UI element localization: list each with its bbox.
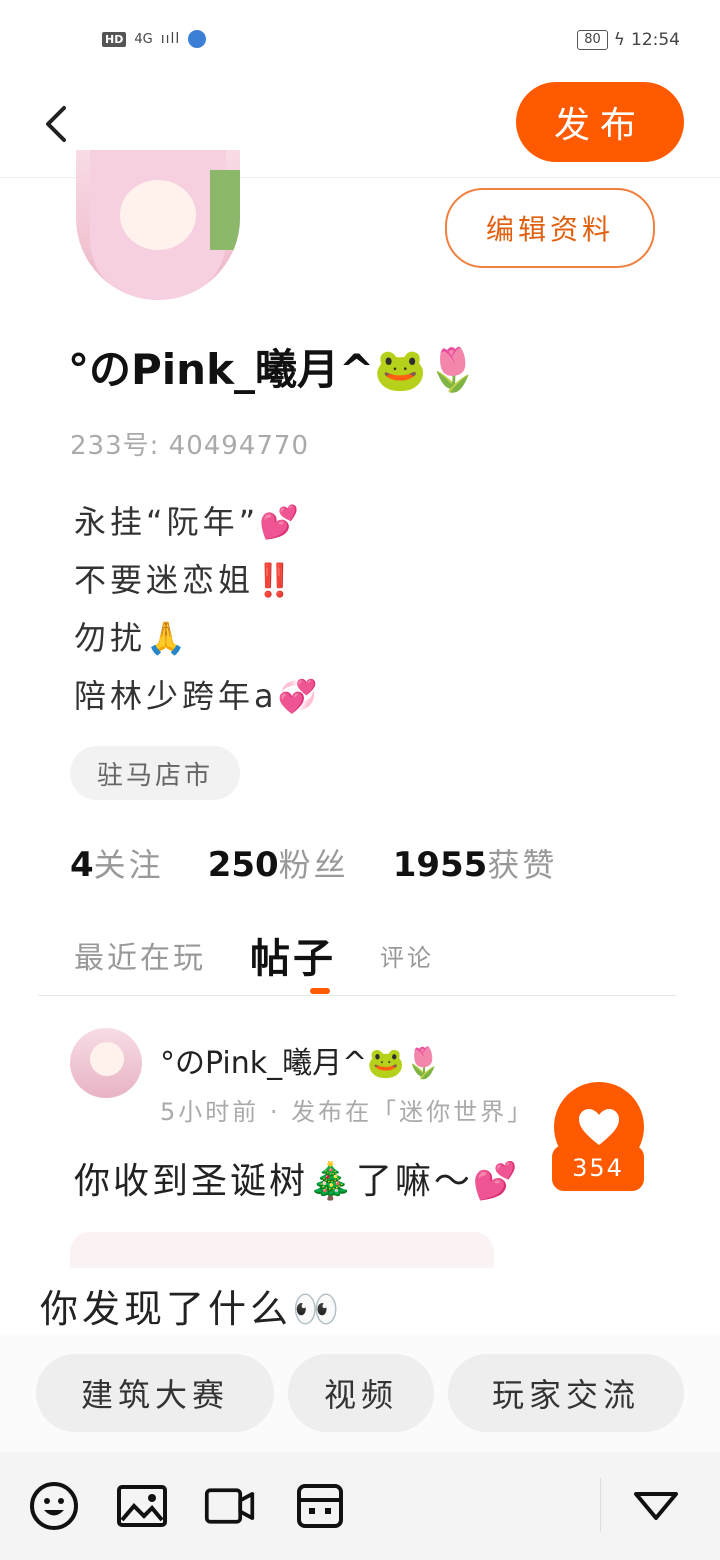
- profile-avatar[interactable]: [76, 150, 240, 300]
- profile-stats: 4关注 250粉丝 1955获赞: [70, 840, 557, 886]
- network-label: 4G: [134, 31, 153, 47]
- profile-uid: 233号: 40494770: [70, 431, 309, 461]
- compose-toolbar: [0, 1452, 720, 1560]
- divider: [38, 995, 676, 996]
- post-text[interactable]: 你收到圣诞树🎄了嘛～💕: [74, 1152, 521, 1204]
- stat-value: 4: [70, 845, 94, 885]
- compose-input[interactable]: 你发现了什么👀: [40, 1278, 343, 1333]
- globe-icon: [188, 30, 207, 48]
- stat-value: 250: [207, 845, 279, 885]
- status-right: 80 ϟ 12:54: [577, 30, 680, 50]
- publish-button[interactable]: 发布: [516, 82, 684, 162]
- stat-label: 粉丝: [278, 846, 349, 884]
- clock: 12:54: [631, 30, 680, 50]
- location-badge[interactable]: 驻马店市: [70, 746, 240, 800]
- tab-comments[interactable]: 评论: [380, 938, 434, 973]
- active-tab-indicator: [310, 988, 330, 994]
- stat-label: 关注: [93, 846, 164, 884]
- stat-value: 1955: [392, 845, 488, 885]
- post-author-name[interactable]: °のPink_曦月^🐸🌷: [160, 1038, 442, 1082]
- post-meta: 5小时前 · 发布在「迷你世界」: [160, 1098, 535, 1126]
- profile-nickname: °のPink_曦月^🐸🌷: [68, 345, 479, 394]
- status-left: HD 4G ııll: [102, 30, 207, 48]
- stat-following[interactable]: 4关注: [70, 840, 164, 886]
- post-author-avatar[interactable]: [70, 1028, 142, 1098]
- heart-icon: [579, 1109, 619, 1145]
- bio-line: 不要迷恋姐‼️: [74, 561, 298, 599]
- hd-badge: HD: [102, 31, 127, 47]
- status-bar: HD 4G ııll 80 ϟ 12:54: [0, 0, 720, 80]
- stat-label: 获赞: [487, 846, 558, 884]
- tag-video[interactable]: 视频: [288, 1354, 434, 1432]
- toolbar-divider: [600, 1478, 601, 1532]
- tag-building-contest[interactable]: 建筑大赛: [36, 1354, 274, 1432]
- charging-icon: ϟ: [613, 30, 625, 50]
- tab-posts[interactable]: 帖子: [250, 926, 336, 984]
- collapse-icon[interactable]: [630, 1480, 682, 1532]
- bio-line: 陪林少跨年a💞: [74, 677, 322, 715]
- image-icon[interactable]: [116, 1480, 168, 1532]
- profile-tabs: 最近在玩 帖子 评论: [74, 925, 674, 985]
- signal-icon: ııll: [160, 31, 181, 47]
- bio-line: 永挂“阮年”💕: [74, 503, 304, 541]
- game-icon[interactable]: [294, 1480, 346, 1532]
- tab-recent-games[interactable]: 最近在玩: [74, 933, 206, 977]
- stat-likes[interactable]: 1955获赞: [393, 840, 558, 886]
- stat-fans[interactable]: 250粉丝: [208, 840, 349, 886]
- video-icon[interactable]: [204, 1480, 256, 1532]
- post-image[interactable]: [70, 1232, 494, 1272]
- battery-icon: 80: [577, 30, 608, 50]
- back-arrow-icon: [46, 106, 66, 142]
- edit-profile-button[interactable]: 编辑资料: [445, 188, 655, 268]
- profile-bio: 永挂“阮年”💕 不要迷恋姐‼️ 勿扰🙏 陪林少跨年a💞: [74, 493, 321, 725]
- bio-line: 勿扰🙏: [74, 619, 190, 657]
- tag-player-chat[interactable]: 玩家交流: [448, 1354, 684, 1432]
- emoji-icon[interactable]: [28, 1480, 80, 1532]
- back-button[interactable]: [38, 102, 78, 146]
- like-count: 354: [552, 1145, 644, 1191]
